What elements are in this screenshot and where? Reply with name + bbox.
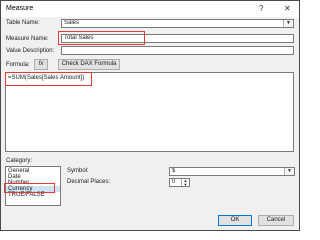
ok-button[interactable]: OK	[218, 215, 252, 226]
symbol-value: $	[172, 168, 176, 174]
fx-icon: fx	[38, 61, 44, 67]
table-name-label: Table Name:	[6, 20, 40, 26]
value-description-input[interactable]	[61, 46, 294, 55]
fx-button[interactable]: fx	[34, 59, 48, 70]
help-icon[interactable]: ?	[259, 4, 263, 13]
decimal-places-value: 0	[172, 179, 176, 185]
decimal-places-label: Decimal Places:	[67, 179, 111, 185]
ok-button-label: OK	[230, 217, 240, 223]
table-name-value: Sales	[64, 20, 80, 26]
cancel-button[interactable]: Cancel	[258, 215, 294, 226]
cancel-button-label: Cancel	[266, 217, 286, 223]
title-bar: Measure ? ✕	[1, 1, 299, 17]
decimal-places-stepper[interactable]: 0 ▲ ▼	[169, 178, 190, 187]
table-name-dropdown[interactable]: Sales ▼	[61, 19, 294, 28]
highlight-formula	[5, 72, 92, 86]
category-label: Category:	[6, 158, 33, 164]
close-icon[interactable]: ✕	[284, 4, 291, 13]
formula-label: Formula:	[6, 62, 30, 68]
symbol-label: Symbol:	[67, 168, 89, 174]
check-dax-formula-label: Check DAX Formula	[61, 61, 117, 67]
measure-name-label: Measure Name:	[6, 36, 49, 42]
value-description-label: Value Description:	[6, 48, 55, 54]
measure-dialog: Measure ? ✕ Table Name: Sales ▼ Measure …	[0, 0, 300, 231]
symbol-dropdown[interactable]: $ ▼	[169, 167, 295, 176]
highlight-currency	[4, 183, 55, 193]
chevron-down-icon: ▼	[283, 20, 293, 27]
check-dax-formula-button[interactable]: Check DAX Formula	[58, 59, 120, 70]
dialog-title: Measure	[6, 5, 34, 12]
spinner-arrows-icon[interactable]: ▲ ▼	[181, 179, 189, 186]
highlight-measure-name	[58, 31, 145, 45]
chevron-down-icon: ▼	[284, 168, 294, 175]
